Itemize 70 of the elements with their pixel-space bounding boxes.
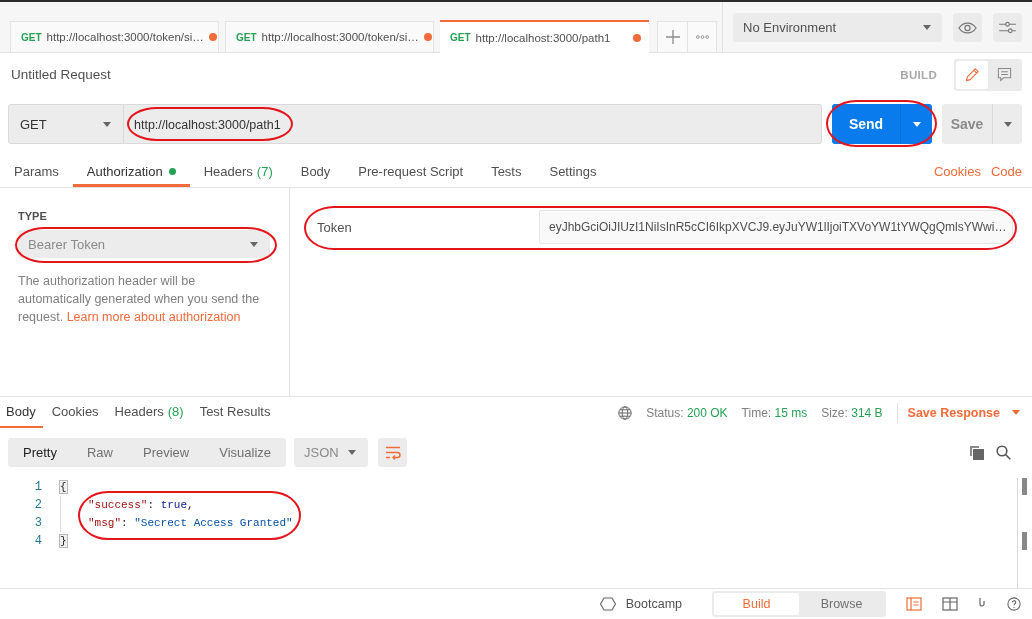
response-tab[interactable]: Body	[0, 397, 43, 428]
help-text: The authorization header will be automatically generated when you send the request. Learn more about authorization	[18, 273, 260, 326]
response-stat: Status: 200 OK	[646, 405, 728, 420]
sliders-icon	[999, 21, 1016, 34]
search-icon	[996, 445, 1011, 460]
edit-mode-button[interactable]	[956, 60, 988, 89]
mode-label: BUILD	[900, 68, 937, 81]
panel-button[interactable]	[906, 597, 922, 611]
grid-layout-icon	[942, 597, 958, 611]
view-mode-option[interactable]: Raw	[71, 438, 128, 467]
line-number: 3	[33, 515, 42, 532]
request-tab[interactable]: GET http://localhost:3000/token/si…	[225, 21, 434, 52]
environment-dropdown[interactable]: No Environment	[733, 13, 942, 42]
response-stat: Time: 15 ms	[741, 405, 808, 420]
pencil-icon	[964, 67, 980, 82]
request-title: Untitled Request	[11, 67, 111, 82]
plus-icon	[665, 30, 680, 44]
caret-icon	[1003, 121, 1012, 127]
response-tab[interactable]: Headers (8)	[107, 397, 191, 428]
send-button[interactable]: Send	[832, 104, 900, 144]
search-button[interactable]	[996, 445, 1011, 460]
layout-button[interactable]	[942, 597, 958, 611]
line-number: 2	[33, 497, 42, 514]
wrap-lines-button[interactable]	[378, 438, 408, 467]
request-tab[interactable]: GET http://localhost:3000/token/si…	[10, 21, 219, 52]
help-icon	[1006, 597, 1022, 611]
app-mode-option[interactable]: Browse	[799, 593, 884, 615]
url-field[interactable]: http://localhost:3000/path1	[124, 104, 822, 144]
wrap-icon	[384, 445, 401, 460]
request-section-tab[interactable]: Authorization	[72, 156, 190, 187]
copy-icon	[970, 445, 984, 460]
response-stat: Size: 314 B	[821, 405, 883, 420]
request-section-tab[interactable]: Body	[286, 156, 345, 187]
line-number: 4	[33, 533, 42, 550]
request-tab[interactable]: GET http://localhost:3000/path1	[440, 20, 649, 53]
request-section-tab[interactable]: Params	[0, 156, 73, 187]
caret-icon	[1012, 410, 1020, 415]
caret-icon	[103, 121, 111, 127]
line-number: 1	[33, 479, 42, 496]
hexagon-icon	[599, 597, 616, 611]
request-section-tab[interactable]: Settings	[535, 156, 611, 187]
type-label: TYPE	[18, 210, 48, 222]
view-mode-option[interactable]: Preview	[128, 438, 205, 467]
bootcamp-button[interactable]: Bootcamp	[599, 597, 682, 611]
caret-icon	[923, 25, 931, 30]
response-tab[interactable]: Cookies	[44, 397, 106, 428]
comment-icon	[996, 67, 1012, 82]
request-section-tab[interactable]: Headers (7)	[189, 156, 287, 187]
view-mode-option[interactable]: Pretty	[8, 438, 72, 467]
environment-quick-look-button[interactable]	[953, 13, 982, 42]
sidebar-panel-icon	[906, 597, 922, 611]
copy-button[interactable]	[970, 445, 984, 460]
method-dropdown[interactable]: GET	[8, 104, 124, 144]
help-button[interactable]	[1006, 597, 1022, 611]
eye-icon	[958, 21, 977, 34]
request-section-tab[interactable]: Pre-request Script	[344, 156, 478, 187]
token-field[interactable]: eyJhbGciOiJIUzI1NiIsInR5cCI6IkpXVCJ9.eyJuYW1lIjoiTXVoYW1tYWQgQmlsYWwi…	[539, 210, 1014, 244]
more-icon	[695, 35, 709, 39]
caret-icon	[912, 121, 921, 127]
code-line: "msg": "Secrect Access Granted"	[88, 516, 293, 531]
caret-icon	[348, 450, 357, 455]
globe-icon	[618, 405, 633, 420]
caret-icon	[250, 241, 258, 247]
settings-button[interactable]	[993, 13, 1022, 42]
code-line: "success": true,	[88, 498, 194, 513]
request-section-tab[interactable]: Tests	[477, 156, 536, 187]
send-options-button[interactable]	[900, 104, 932, 144]
view-mode-option[interactable]: Visualize	[204, 438, 287, 467]
field-label: Token	[316, 219, 353, 235]
response-tab[interactable]: Test Results	[192, 397, 278, 428]
